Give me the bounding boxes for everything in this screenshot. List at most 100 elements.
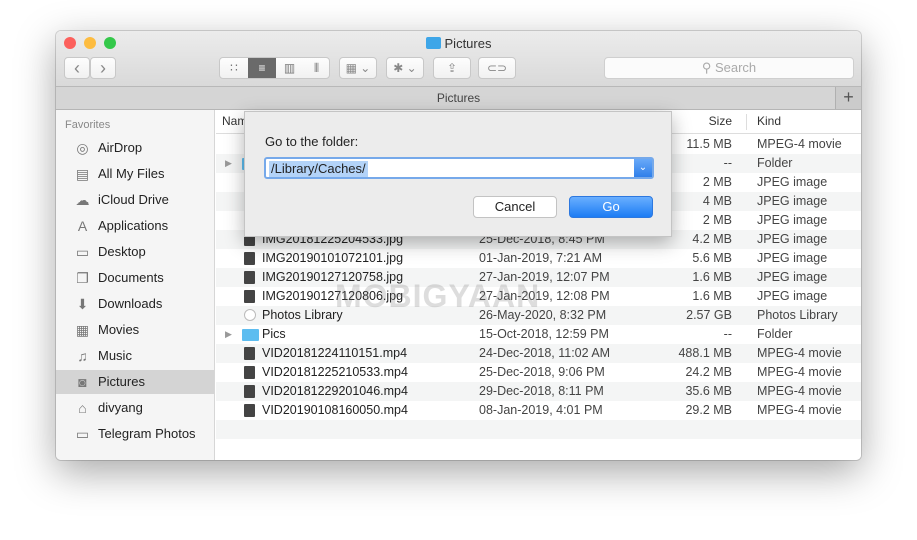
video-file-icon [244,404,255,417]
file-size: 2.57 GB [686,308,732,322]
tab-bar: Pictures + [56,87,861,110]
go-button[interactable]: Go [569,196,653,218]
folder-icon [425,37,441,49]
table-row[interactable]: VID20190108160050.mp4 08-Jan-2019, 4:01 P… [216,401,861,420]
file-size: 2 MB [702,175,732,189]
action-button[interactable]: ✱ ⌄ [386,57,424,79]
sidebar-item-divyang[interactable]: ⌂ divyang [56,396,214,420]
sidebar-item-pictures[interactable]: ◙ Pictures [56,370,214,394]
empty-row [216,439,861,458]
file-kind: Photos Library [757,308,838,322]
sidebar-item-label: Desktop [98,244,146,259]
file-size: 2 MB [702,213,732,227]
disclosure-triangle-icon[interactable]: ▶ [225,325,232,344]
file-kind: JPEG image [757,251,828,265]
file-kind: MPEG-4 movie [757,137,842,151]
sidebar-item-applications[interactable]: A Applications [56,214,214,238]
sidebar-icon: ⌂ [78,400,87,416]
sidebar: Favorites ◎ AirDrop ▤ All My Files ☁ iCloud D… [56,110,215,460]
search-icon: ⚲ [701,60,715,75]
sidebar-icon: ◙ [78,374,87,390]
sidebar-item-label: Telegram Photos [98,426,196,441]
sidebar-item-documents[interactable]: ❐ Documents [56,266,214,290]
file-size: 35.6 MB [685,384,732,398]
icon-view-button[interactable]: ∷ [220,58,248,78]
sidebar-item-label: Movies [98,322,140,337]
sidebar-item-downloads[interactable]: ⬇ Downloads [56,292,214,316]
table-row[interactable]: VID20181229201046.mp4 29-Dec-2018, 8:11 P… [216,382,861,401]
file-name: VID20181224110151.mp4 [262,346,408,360]
table-row[interactable]: IMG20190101072101.jpg 01-Jan-2019, 7:21 A… [216,249,861,268]
forward-icon: › [100,58,106,78]
video-file-icon [244,347,255,360]
sidebar-icon: ▤ [75,166,90,182]
file-date: 08-Jan-2019, 4:01 PM [479,403,603,417]
list-view-button[interactable]: ≡ [248,58,276,78]
cancel-button[interactable]: Cancel [473,196,557,218]
folder-path-value: /Library/Caches/ [269,161,368,177]
file-kind: Folder [757,327,793,341]
search-input[interactable]: ⚲ Search [604,57,854,79]
file-name: VID20190108160050.mp4 [262,403,408,417]
window-title: Pictures [56,36,861,51]
group-button[interactable]: ▦ ⌄ [339,57,377,79]
file-size: 4.2 MB [692,232,732,246]
tag-button[interactable]: ⊂⊃ [478,57,516,79]
file-name: Pics [262,327,286,341]
file-date: 01-Jan-2019, 7:21 AM [479,251,602,265]
share-button[interactable]: ⇪ [433,57,471,79]
file-size: 488.1 MB [678,346,732,360]
folder-icon [242,329,259,341]
plus-icon: + [843,87,854,107]
table-row[interactable]: VID20181225210533.mp4 25-Dec-2018, 9:06 P… [216,363,861,382]
forward-button[interactable]: › [90,57,116,79]
sidebar-item-label: All My Files [98,166,165,181]
folder-path-input[interactable]: /Library/Caches/ ⌄ [264,157,654,179]
column-size[interactable]: Size [709,110,732,133]
table-row[interactable]: ▶ Pics 15-Oct-2018, 12:59 PM -- Folder [216,325,861,344]
tab-pictures[interactable]: Pictures [437,91,480,105]
sidebar-item-music[interactable]: ♫ Music [56,344,214,368]
photos-library-icon [244,309,256,321]
window-title-text: Pictures [444,36,492,51]
image-file-icon [244,290,255,303]
watermark-logo: MOBIGYAAN [335,278,541,314]
file-size: 11.5 MB [686,137,732,151]
column-divider [746,114,747,130]
go-to-folder-dialog: Go to the folder: /Library/Caches/ ⌄ Can… [244,111,672,237]
column-kind[interactable]: Kind [757,110,781,133]
file-size: -- [723,156,732,170]
sidebar-item-icloud-drive[interactable]: ☁ iCloud Drive [56,188,214,212]
share-icon: ⇪ [446,61,458,75]
toolbar: Pictures ‹ › ∷ ≡ ▥ ⫴ ▦ ⌄ ✱ ⌄ ⇪ ⊂⊃ ⚲ Sear… [56,31,861,87]
file-name: VID20181225210533.mp4 [262,365,408,379]
back-button[interactable]: ‹ [64,57,90,79]
sidebar-item-desktop[interactable]: ▭ Desktop [56,240,214,264]
disclosure-triangle-icon[interactable]: ▶ [225,154,232,173]
image-file-icon [244,271,255,284]
sidebar-item-label: Music [98,348,132,363]
table-row[interactable]: VID20181224110151.mp4 24-Dec-2018, 11:02 … [216,344,861,363]
sidebar-item-telegram-photos[interactable]: ▭ Telegram Photos [56,422,214,446]
file-name: Photos Library [262,308,343,322]
file-kind: MPEG-4 movie [757,346,842,360]
tag-icon: ⊂⊃ [486,61,508,75]
sidebar-icon: ▭ [75,426,90,442]
column-view-button[interactable]: ▥ [276,58,303,78]
file-size: -- [723,327,732,341]
dialog-label: Go to the folder: [265,134,359,149]
sidebar-item-label: iCloud Drive [98,192,169,207]
sidebar-item-all-my-files[interactable]: ▤ All My Files [56,162,214,186]
sidebar-item-label: Applications [98,218,169,233]
file-name: VID20181229201046.mp4 [262,384,408,398]
sidebar-icon: ◎ [76,140,89,156]
file-kind: Folder [757,156,793,170]
cover-flow-view-button[interactable]: ⫴ [303,58,330,78]
sidebar-item-airdrop[interactable]: ◎ AirDrop [56,136,214,160]
file-kind: JPEG image [757,232,828,246]
file-kind: JPEG image [757,270,828,284]
sidebar-item-movies[interactable]: ▦ Movies [56,318,214,342]
sidebar-item-label: divyang [98,400,143,415]
chevron-down-icon[interactable]: ⌄ [634,159,652,177]
new-tab-button[interactable]: + [835,87,861,109]
